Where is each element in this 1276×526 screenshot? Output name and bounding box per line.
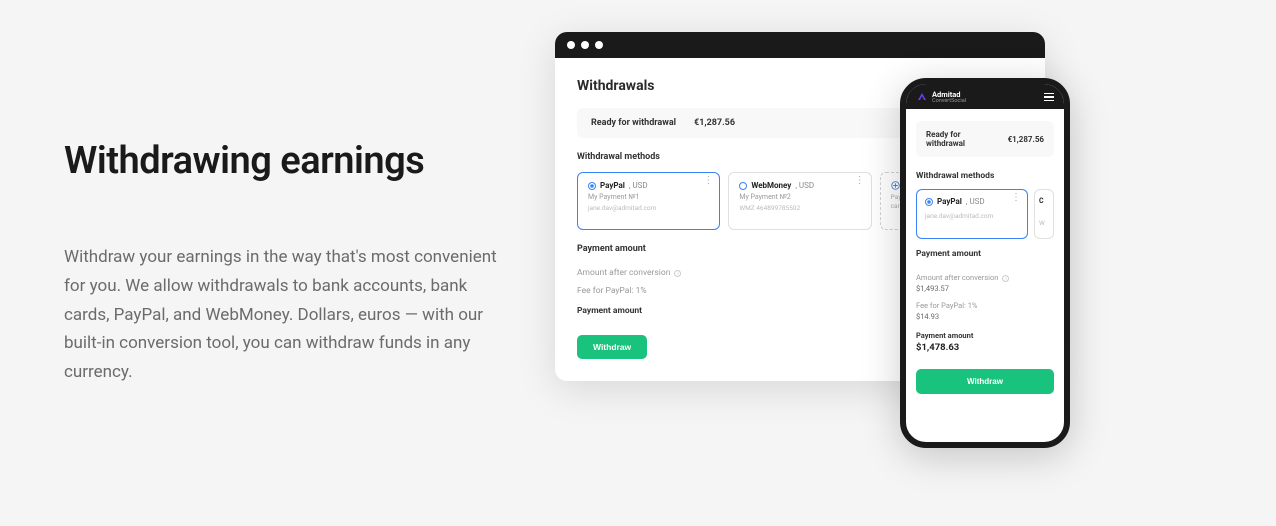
- amount-title: Payment amount: [916, 249, 1054, 259]
- window-dot: [581, 41, 589, 49]
- card-currency: , USD: [795, 181, 814, 190]
- menu-icon[interactable]: [1044, 93, 1054, 101]
- brand-logo-icon: [916, 91, 928, 103]
- peek-sub: W: [1039, 219, 1049, 227]
- card-menu-icon[interactable]: ⋮: [855, 179, 865, 183]
- card-detail: jane.dav@admitad.com: [588, 204, 709, 212]
- row-label: Amount after conversion: [916, 273, 998, 282]
- row-value: $14.93: [916, 312, 939, 321]
- info-icon[interactable]: i: [674, 270, 681, 277]
- row-label: Payment amount: [577, 306, 642, 319]
- row-label: Payment amount: [916, 331, 973, 340]
- plus-icon: [891, 181, 900, 190]
- hero-title: Withdrawing earnings: [64, 139, 510, 183]
- radio-selected-icon: [925, 198, 933, 206]
- card-name: PayPal: [937, 197, 962, 206]
- card-detail: WMZ 464899785502: [739, 204, 860, 212]
- window-dot: [595, 41, 603, 49]
- method-card-paypal[interactable]: ⋮ PayPal , USD jane.dav@admitad.com: [916, 189, 1028, 239]
- info-icon[interactable]: i: [1002, 275, 1009, 282]
- card-menu-icon[interactable]: ⋮: [703, 179, 713, 183]
- row-fee: Fee for PayPal: 1% $14.93: [916, 297, 1054, 325]
- hero-body: Withdraw your earnings in the way that's…: [64, 243, 510, 387]
- row-value: $1,478.63: [916, 342, 959, 353]
- card-menu-icon[interactable]: ⋮: [1011, 196, 1021, 200]
- card-sub: My Payment №2: [739, 193, 860, 201]
- ready-amount: €1,287.56: [1008, 135, 1044, 144]
- card-detail: jane.dav@admitad.com: [925, 212, 1019, 220]
- window-dot: [567, 41, 575, 49]
- brand-sub: ConvertSocial: [932, 98, 966, 104]
- peek-initial: C: [1039, 197, 1049, 205]
- withdraw-button[interactable]: Withdraw: [577, 335, 647, 359]
- phone-frame: Admitad ConvertSocial Ready for withdraw…: [900, 78, 1070, 448]
- card-currency: , USD: [966, 197, 985, 206]
- ready-label: Ready for withdrawal: [591, 118, 676, 128]
- phone-header: Admitad ConvertSocial: [906, 84, 1064, 109]
- withdraw-button[interactable]: Withdraw: [916, 369, 1054, 394]
- method-card-peek[interactable]: C W: [1034, 189, 1054, 239]
- row-value: $1,493.57: [916, 284, 949, 293]
- row-label: Amount after conversion: [577, 268, 670, 278]
- ready-panel: Ready for withdrawal €1,287.56: [916, 121, 1054, 157]
- method-card-paypal[interactable]: ⋮ PayPal , USD My Payment №1 jane.dav@adm…: [577, 172, 720, 230]
- ready-amount: €1,287.56: [694, 118, 735, 128]
- card-name: WebMoney: [751, 181, 791, 190]
- row-label: Fee for PayPal: 1%: [577, 286, 647, 296]
- card-currency: , USD: [629, 181, 648, 190]
- card-name: PayPal: [600, 181, 625, 190]
- ready-label: Ready for withdrawal: [926, 130, 1000, 148]
- row-label: Fee for PayPal: 1%: [916, 301, 977, 310]
- methods-title: Withdrawal methods: [916, 171, 1054, 181]
- row-after-conversion: Amount after conversion i $1,493.57: [916, 269, 1054, 297]
- row-total: Payment amount $1,478.63: [916, 327, 1054, 357]
- card-sub: My Payment №1: [588, 193, 709, 201]
- method-card-webmoney[interactable]: ⋮ WebMoney , USD My Payment №2 WMZ 464899…: [728, 172, 871, 230]
- radio-icon: [739, 182, 747, 190]
- browser-titlebar: [555, 32, 1045, 58]
- radio-selected-icon: [588, 182, 596, 190]
